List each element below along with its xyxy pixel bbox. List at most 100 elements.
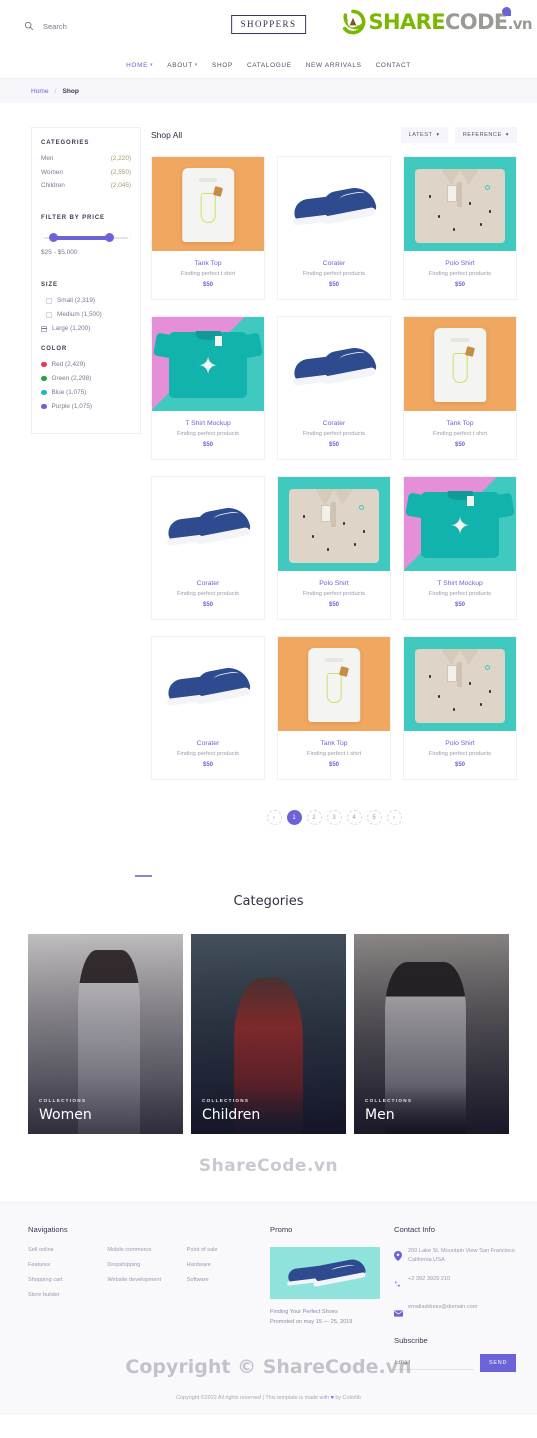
- color-swatch-icon: [41, 403, 47, 410]
- color-option-blue[interactable]: Blue (1,075): [41, 389, 131, 396]
- subscribe-form: SEND: [394, 1354, 517, 1373]
- contact-email[interactable]: emailaddress@domain.com: [408, 1303, 477, 1313]
- footer-link[interactable]: Sell online: [28, 1247, 97, 1253]
- contact-phone[interactable]: +2 392 3929 210: [408, 1275, 450, 1285]
- size-option-large[interactable]: Large (1,200): [41, 325, 131, 332]
- nav-item-home[interactable]: HOME ▾: [126, 62, 153, 69]
- pagination-next[interactable]: ›: [386, 810, 402, 825]
- product-card[interactable]: Polo Shirt Finding perfect products $50: [403, 636, 517, 780]
- product-card[interactable]: Corater Finding perfect products $50: [277, 156, 391, 300]
- product-price: $50: [454, 602, 465, 608]
- promo-image-shoe[interactable]: [270, 1246, 380, 1299]
- product-name[interactable]: Corater: [156, 740, 260, 747]
- color-option-purple[interactable]: Purple (1,075): [41, 403, 131, 410]
- footer-link[interactable]: Store builder: [28, 1292, 97, 1298]
- nav-item-about[interactable]: ABOUT ▾: [167, 62, 198, 69]
- checkbox-checked-icon[interactable]: [41, 325, 47, 332]
- slider-handle-max[interactable]: [105, 233, 114, 242]
- site-logo[interactable]: SHOPPERS: [230, 15, 307, 34]
- sharecode-tld-text: .vn: [507, 14, 533, 33]
- product-card[interactable]: Corater Finding perfect products $50: [151, 476, 265, 620]
- nav-item-label: HOME: [126, 61, 149, 69]
- sharecode-dot-icon: [502, 6, 511, 16]
- color-filter-heading: COLOR: [41, 346, 68, 352]
- sharecode-watermark-logo: SHARECODE.vn: [340, 6, 533, 35]
- price-range-value: $25 - $5,000: [41, 249, 78, 256]
- product-card[interactable]: Tank Top Finding perfect t shirt $50: [277, 636, 391, 780]
- product-image-corater: [152, 637, 264, 731]
- pagination-page-2[interactable]: 2: [306, 810, 322, 825]
- subscribe-send-button[interactable]: SEND: [480, 1354, 517, 1373]
- product-name[interactable]: Corater: [282, 420, 386, 427]
- product-name[interactable]: T Shirt Mockup: [408, 580, 512, 587]
- pagination-prev[interactable]: ‹: [266, 810, 282, 825]
- product-card[interactable]: ✦ T Shirt Mockup Finding perfect product…: [403, 476, 517, 620]
- product-card[interactable]: Polo Shirt Finding perfect products $50: [277, 476, 391, 620]
- color-option-red[interactable]: Red (2,429): [41, 361, 131, 368]
- page-title: Shop All: [151, 130, 183, 140]
- copyright-credit[interactable]: by Colorlib: [335, 1395, 360, 1401]
- nav-item-catalogue[interactable]: CATALOGUE: [247, 62, 292, 69]
- checkbox-icon[interactable]: [46, 311, 52, 318]
- footer-link[interactable]: Shopping cart: [28, 1277, 97, 1283]
- product-name[interactable]: Corater: [156, 580, 260, 587]
- size-option-small[interactable]: Small (2,319): [46, 297, 131, 304]
- slider-handle-min[interactable]: [49, 233, 58, 242]
- sidebar-category-men[interactable]: Men (2,220): [41, 155, 131, 162]
- search-input[interactable]: [43, 21, 133, 31]
- category-count: (2,045): [110, 182, 131, 189]
- nav-item-contact[interactable]: CONTACT: [376, 62, 411, 69]
- product-card[interactable]: Corater Finding perfect products $50: [151, 636, 265, 780]
- checkbox-icon[interactable]: [46, 297, 52, 304]
- slider-min-marker: :: [41, 234, 43, 240]
- nav-item-new-arrivals[interactable]: NEW ARRIVALS: [306, 62, 362, 69]
- pagination-page-3[interactable]: 3: [326, 810, 342, 825]
- category-card-men[interactable]: COLLECTIONS Men: [354, 933, 509, 1134]
- category-kicker: COLLECTIONS: [202, 1097, 250, 1103]
- product-name[interactable]: Tank Top: [156, 260, 260, 267]
- product-name[interactable]: Tank Top: [408, 420, 512, 427]
- breadcrumb-home[interactable]: Home: [31, 88, 49, 95]
- category-card-children[interactable]: COLLECTIONS Children: [191, 933, 346, 1134]
- product-name[interactable]: T Shirt Mockup: [156, 420, 260, 427]
- footer-link[interactable]: Software: [187, 1277, 256, 1283]
- footer-link[interactable]: Mobile commerce: [107, 1247, 176, 1253]
- product-card[interactable]: Tank Top Finding perfect t shirt $50: [151, 156, 265, 300]
- pagination-page-4[interactable]: 4: [346, 810, 362, 825]
- pagination-page-1[interactable]: 1: [286, 810, 302, 825]
- main-navigation: HOME ▾ ABOUT ▾ SHOP CATALOGUE NEW ARRIVA…: [0, 52, 537, 78]
- subscribe-email-input[interactable]: [394, 1356, 474, 1370]
- product-name[interactable]: Polo Shirt: [408, 260, 512, 267]
- chevron-down-icon: ▾: [194, 62, 199, 68]
- nav-item-shop[interactable]: SHOP: [212, 62, 233, 69]
- sidebar-category-women[interactable]: Women (2,550): [41, 169, 131, 176]
- footer-link[interactable]: Features: [28, 1262, 97, 1268]
- pagination-page-5[interactable]: 5: [366, 810, 382, 825]
- footer-link[interactable]: Website development: [107, 1277, 176, 1283]
- product-name[interactable]: Tank Top: [282, 740, 386, 747]
- footer-link[interactable]: Point of sale: [187, 1247, 256, 1253]
- product-card[interactable]: ✦ T Shirt Mockup Finding perfect product…: [151, 316, 265, 460]
- product-image-polo-shirt: [278, 477, 390, 571]
- price-range-slider[interactable]: : :: [41, 230, 131, 246]
- sort-label: LATEST: [408, 132, 433, 138]
- product-card[interactable]: Corater Finding perfect products $50: [277, 316, 391, 460]
- color-swatch-icon: [41, 361, 47, 368]
- sort-reference-dropdown[interactable]: REFERENCE ▾: [454, 127, 517, 143]
- sort-latest-dropdown[interactable]: LATEST ▾: [400, 127, 448, 143]
- color-option-green[interactable]: Green (2,298): [41, 375, 131, 382]
- product-name[interactable]: Polo Shirt: [408, 740, 512, 747]
- size-option-medium[interactable]: Medium (1,500): [46, 311, 131, 318]
- category-card-women[interactable]: COLLECTIONS Women: [28, 933, 183, 1134]
- filter-sidebar: CATEGORIES Men (2,220) Women (2,550) Chi…: [31, 127, 141, 434]
- footer-link[interactable]: Hardware: [187, 1262, 256, 1268]
- product-card[interactable]: Polo Shirt Finding perfect products $50: [403, 156, 517, 300]
- product-name[interactable]: Polo Shirt: [282, 580, 386, 587]
- slider-fill: [53, 236, 111, 240]
- product-card[interactable]: Tank Top Finding perfect t shirt $50: [403, 316, 517, 460]
- footer-link[interactable]: Dropshipping: [107, 1262, 176, 1268]
- product-image-tank-top: [404, 317, 516, 411]
- product-name[interactable]: Corater: [282, 260, 386, 267]
- search-box[interactable]: [24, 21, 144, 31]
- sidebar-category-children[interactable]: Children (2,045): [41, 182, 131, 189]
